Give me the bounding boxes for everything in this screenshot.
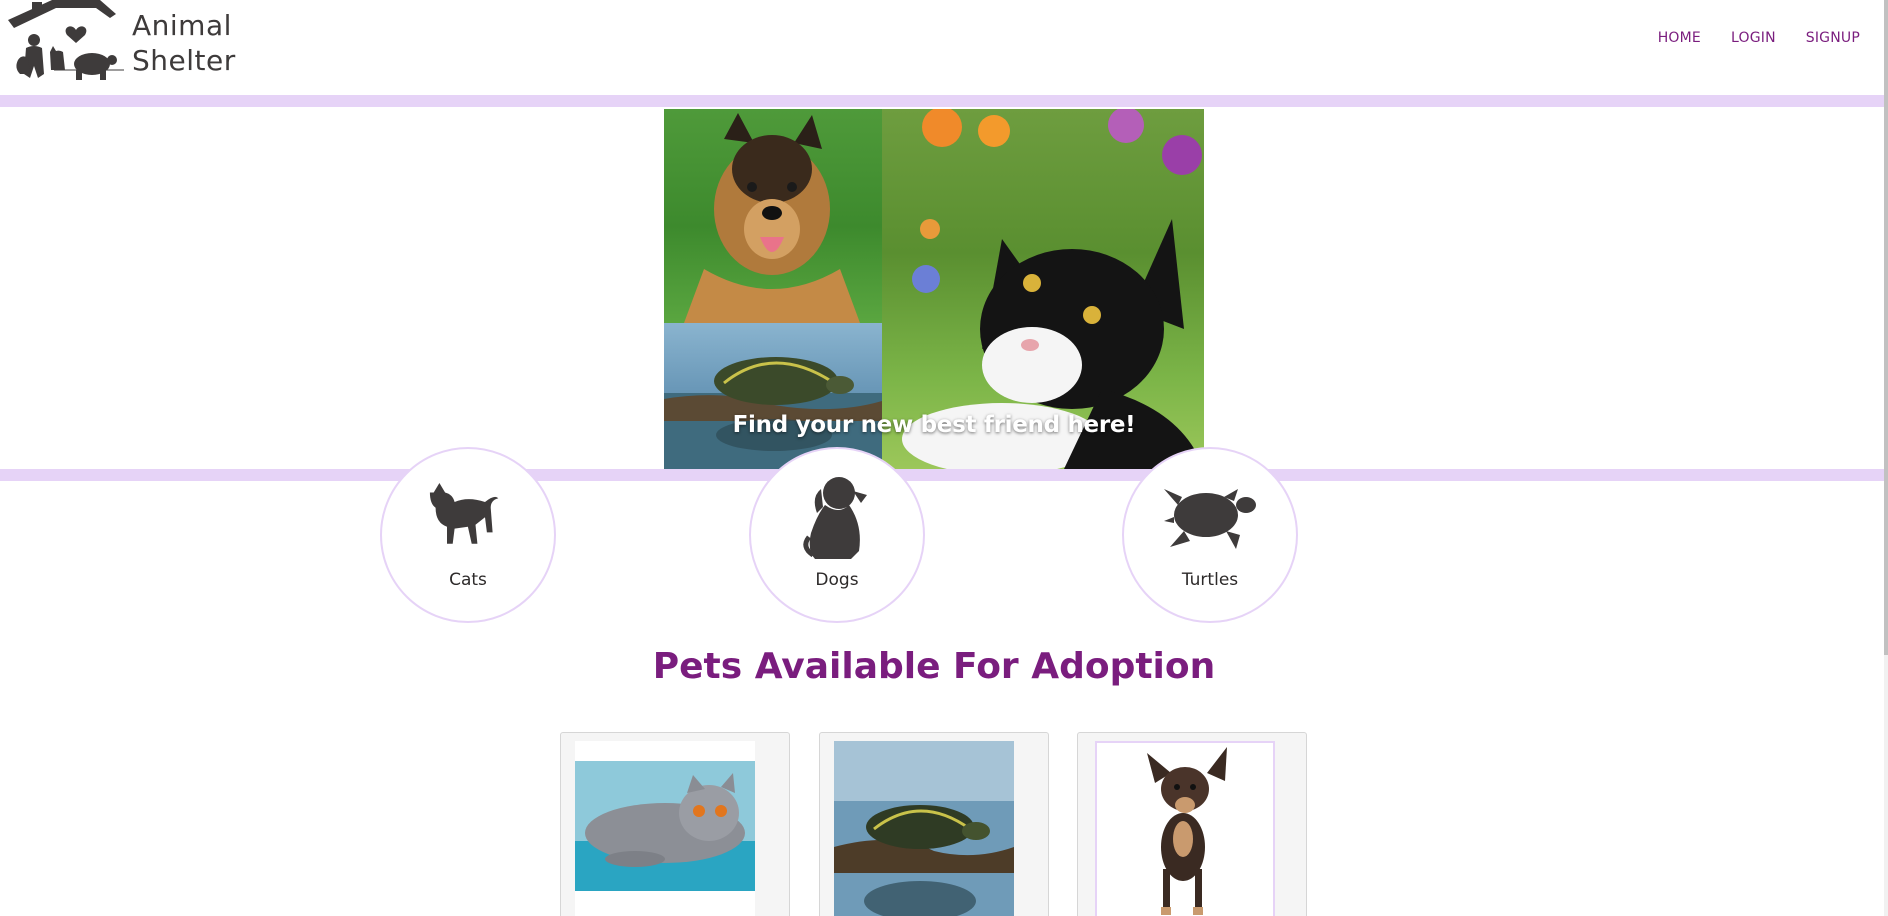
nav-login-link[interactable]: LOGIN (1731, 30, 1776, 46)
category-turtles[interactable]: Turtles (1122, 447, 1298, 623)
category-turtles-label: Turtles (1181, 570, 1239, 590)
page-scrollbar[interactable] (1884, 0, 1888, 916)
category-dogs[interactable]: Dogs (749, 447, 925, 623)
hero-banner: Find your new best friend here! (664, 109, 1204, 469)
adoption-section-title: Pets Available For Adoption (652, 646, 1216, 687)
brand-line-1: Animal (132, 9, 232, 42)
turtle-photo (834, 741, 1014, 916)
cat-silhouette-icon (429, 483, 499, 544)
pet-card[interactable] (560, 732, 790, 916)
category-dogs-label: Dogs (815, 570, 859, 590)
german-shepherd-photo (664, 109, 882, 323)
page: Animal Shelter HOME LOGIN SIGNUP Find yo… (0, 0, 1888, 916)
pet-card[interactable] (1077, 732, 1307, 916)
category-cats-label: Cats (449, 570, 487, 590)
grey-cat-photo (575, 741, 755, 916)
brand-line-2: Shelter (132, 44, 236, 77)
brand-logo[interactable]: Animal Shelter (4, 0, 240, 88)
scrollbar-thumb[interactable] (1884, 0, 1888, 655)
header-divider (0, 95, 1884, 107)
nav-signup-link[interactable]: SIGNUP (1806, 30, 1860, 46)
hero-divider (0, 469, 1884, 481)
brand-name: Animal Shelter (132, 8, 236, 78)
house-with-pets-icon (8, 0, 124, 80)
hero-caption: Find your new best friend here! (732, 412, 1136, 438)
dog-silhouette-icon (803, 477, 867, 559)
chihuahua-photo (1095, 741, 1275, 916)
turtle-silhouette-icon (1164, 489, 1256, 549)
nav-home-link[interactable]: HOME (1658, 30, 1701, 46)
pet-card[interactable] (819, 732, 1049, 916)
main-nav: HOME LOGIN SIGNUP (1658, 30, 1860, 46)
category-cats[interactable]: Cats (380, 447, 556, 623)
